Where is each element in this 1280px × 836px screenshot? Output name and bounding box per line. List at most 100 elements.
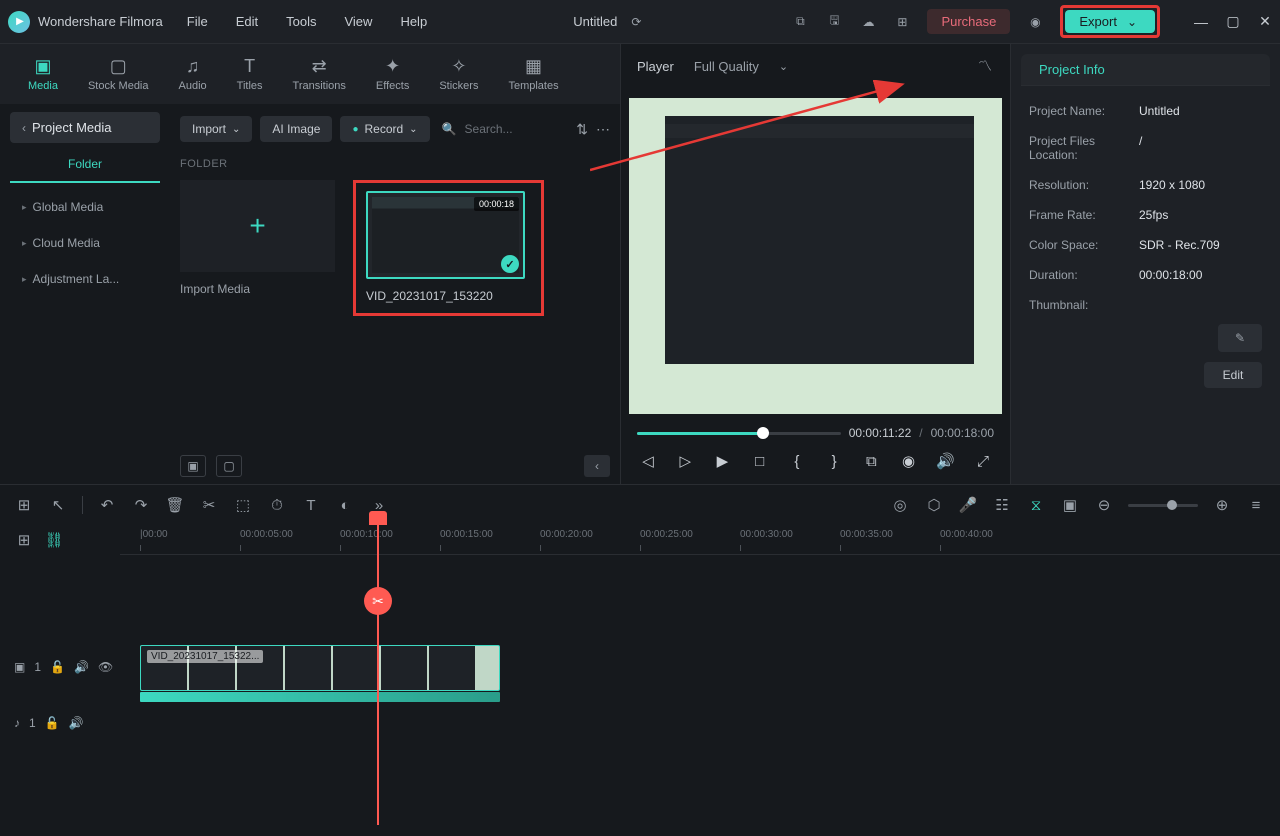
export-button[interactable]: Export — [1065, 10, 1155, 33]
tab-stock-media[interactable]: ▢Stock Media — [88, 56, 149, 92]
speed-icon[interactable]: ⏱ — [267, 495, 287, 515]
redo-icon[interactable]: ↷ — [131, 495, 151, 515]
audio-track-icon: ♪ — [14, 716, 20, 730]
filter-icon[interactable]: ⇅ — [576, 121, 588, 138]
timeline-ruler[interactable]: |00:00 00:00:05:00 00:00:10:00 00:00:15:… — [120, 525, 1280, 555]
tl-link-icon[interactable]: ⛓ — [44, 530, 64, 550]
crop-icon[interactable]: ⬚ — [233, 495, 253, 515]
menu-tools[interactable]: Tools — [286, 14, 316, 29]
thumbnail-edit-icon[interactable]: ✎ — [1218, 324, 1262, 352]
tab-transitions[interactable]: ⇄Transitions — [293, 56, 346, 92]
mark-in-icon[interactable]: { — [786, 450, 808, 472]
sidebar-item-global-media[interactable]: Global Media — [10, 191, 160, 223]
history-icon[interactable]: ⟳ — [627, 13, 645, 31]
menu-file[interactable]: File — [187, 14, 208, 29]
audio-mute-icon[interactable]: 🔊 — [69, 716, 84, 730]
new-folder-icon[interactable]: ▣ — [180, 455, 206, 477]
undo-icon[interactable]: ↶ — [97, 495, 117, 515]
stickers-icon: ✧ — [449, 56, 469, 76]
minimize-button[interactable]: — — [1194, 15, 1208, 29]
delete-icon[interactable]: 🗑 — [165, 495, 185, 515]
titles-icon: T — [240, 56, 260, 76]
timeline-canvas[interactable]: VID_20231017_15322... — [120, 555, 1280, 836]
mute-icon[interactable]: 🔊 — [74, 660, 89, 674]
text-icon[interactable]: T — [301, 495, 321, 515]
tl-mixer-icon[interactable]: ☷ — [992, 495, 1012, 515]
video-track-header[interactable]: ▣1 🔓 🔊 👁 — [0, 639, 120, 695]
ai-image-button[interactable]: AI Image — [260, 116, 332, 142]
stop-icon[interactable]: □ — [749, 450, 771, 472]
mark-out-icon[interactable]: } — [823, 450, 845, 472]
playback-scrubber[interactable] — [637, 432, 841, 435]
device-icon[interactable]: ⧉ — [791, 13, 809, 31]
prev-frame-icon[interactable]: ◁ — [637, 450, 659, 472]
color-icon[interactable]: ◐ — [335, 495, 355, 515]
tl-layout-icon[interactable]: ⊞ — [14, 495, 34, 515]
scrub-thumb[interactable] — [757, 427, 769, 439]
new-bin-icon[interactable]: ▢ — [216, 455, 242, 477]
audio-track-header[interactable]: ♪1 🔓 🔊 — [0, 695, 120, 751]
play-icon[interactable]: ▶ — [711, 450, 733, 472]
clip-thumbnail[interactable]: 00:00:18 ✓ — [366, 191, 525, 279]
grid-icon[interactable]: ⊞ — [893, 13, 911, 31]
search-input[interactable]: Search... — [438, 116, 569, 142]
zoom-slider[interactable] — [1128, 504, 1198, 507]
import-box[interactable]: + — [180, 180, 335, 272]
split-icon[interactable]: ✂ — [199, 495, 219, 515]
tl-render-icon[interactable]: ▣ — [1060, 495, 1080, 515]
tab-effects[interactable]: ✦Effects — [376, 56, 409, 92]
lock-icon[interactable]: 🔓 — [50, 660, 65, 674]
playhead-split-icon[interactable]: ✂ — [364, 587, 392, 615]
timeline-audio-waveform[interactable] — [140, 692, 500, 702]
scope-icon[interactable]: 〽 — [976, 57, 994, 75]
visibility-icon[interactable]: 👁 — [98, 660, 113, 674]
sidebar-item-adjustment-layer[interactable]: Adjustment La... — [10, 263, 160, 295]
edit-button[interactable]: Edit — [1204, 362, 1262, 388]
tab-stickers[interactable]: ✧Stickers — [439, 56, 478, 92]
playhead-handle[interactable] — [369, 511, 387, 525]
timeline-video-clip[interactable]: VID_20231017_15322... — [140, 645, 500, 691]
tab-templates[interactable]: ▦Templates — [508, 56, 558, 92]
menu-help[interactable]: Help — [400, 14, 427, 29]
tl-view-icon[interactable]: ≡ — [1246, 495, 1266, 515]
volume-icon[interactable]: 🔊 — [935, 450, 957, 472]
import-media-tile[interactable]: + Import Media — [180, 180, 335, 296]
zoom-out-icon[interactable]: ⊖ — [1094, 495, 1114, 515]
tl-track-add-icon[interactable]: ⊞ — [14, 530, 34, 550]
purchase-button[interactable]: Purchase — [927, 9, 1010, 34]
audio-lock-icon[interactable]: 🔓 — [45, 716, 60, 730]
cloud-icon[interactable]: ☁ — [859, 13, 877, 31]
close-button[interactable]: ✕ — [1258, 15, 1272, 29]
import-dropdown[interactable]: Import — [180, 116, 252, 142]
timeline-toolbar: ⊞ ↖ ↶ ↷ 🗑 ✂ ⬚ ⏱ T ◐ » ◎ ⬡ 🎤 ☷ ⧖ ▣ ⊖ ⊕ ≡ — [0, 485, 1280, 525]
tl-mic-icon[interactable]: 🎤 — [958, 495, 978, 515]
fullscreen-icon[interactable]: ⤢ — [972, 450, 994, 472]
next-frame-icon[interactable]: ▷ — [674, 450, 696, 472]
more-icon[interactable]: ⋯ — [596, 121, 610, 138]
tab-audio[interactable]: ♫Audio — [179, 56, 207, 92]
tl-select-icon[interactable]: ↖ — [48, 495, 68, 515]
media-clip[interactable]: 00:00:18 ✓ VID_20231017_153220 — [366, 191, 531, 303]
player-preview[interactable] — [629, 98, 1002, 414]
menu-edit[interactable]: Edit — [236, 14, 258, 29]
project-info-tab[interactable]: Project Info — [1021, 54, 1270, 86]
save-icon[interactable]: 🖫 — [825, 13, 843, 31]
tl-magnet-icon[interactable]: ⧖ — [1026, 495, 1046, 515]
tl-marker-icon[interactable]: ◎ — [890, 495, 910, 515]
playhead[interactable]: ✂ — [377, 525, 379, 825]
account-icon[interactable]: ◉ — [1026, 13, 1044, 31]
tab-titles[interactable]: TTitles — [237, 56, 263, 92]
collapse-sidebar-icon[interactable]: ‹ — [584, 455, 610, 477]
project-media-button[interactable]: Project Media — [10, 112, 160, 143]
snapshot-icon[interactable]: ◉ — [898, 450, 920, 472]
tab-media[interactable]: ▣Media — [28, 56, 58, 92]
menu-view[interactable]: View — [344, 14, 372, 29]
zoom-in-icon[interactable]: ⊕ — [1212, 495, 1232, 515]
tl-shield-icon[interactable]: ⬡ — [924, 495, 944, 515]
display-icon[interactable]: ⧉ — [860, 450, 882, 472]
quality-dropdown[interactable]: Full Quality — [694, 59, 788, 74]
record-dropdown[interactable]: Record — [340, 116, 429, 142]
maximize-button[interactable]: ▢ — [1226, 15, 1240, 29]
sidebar-item-cloud-media[interactable]: Cloud Media — [10, 227, 160, 259]
folder-tab[interactable]: Folder — [10, 147, 160, 183]
